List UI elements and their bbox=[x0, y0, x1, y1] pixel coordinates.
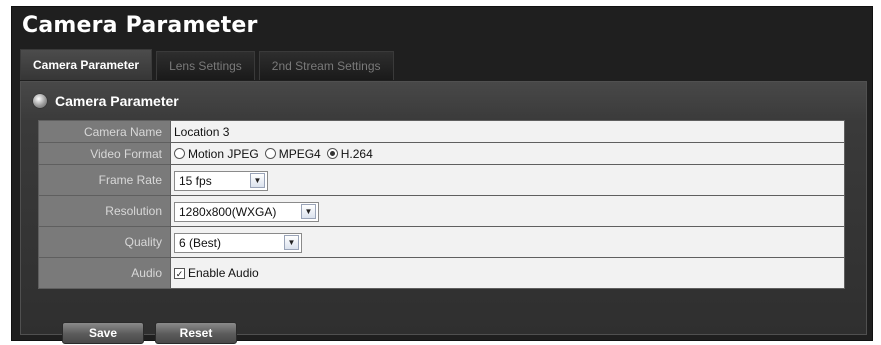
video-format-label: Video Format bbox=[38, 142, 171, 165]
row-resolution: Resolution 1280x800(WXGA) ▼ bbox=[38, 195, 845, 227]
resolution-cell: 1280x800(WXGA) ▼ bbox=[170, 195, 845, 227]
resolution-label: Resolution bbox=[38, 195, 171, 227]
row-frame-rate: Frame Rate 15 fps ▼ bbox=[38, 164, 845, 196]
quality-label: Quality bbox=[38, 226, 171, 258]
chevron-down-icon[interactable]: ▼ bbox=[301, 204, 316, 219]
page-title: Camera Parameter bbox=[22, 13, 258, 38]
section-title: Camera Parameter bbox=[55, 93, 179, 109]
radio-motion-jpeg-label: Motion JPEG bbox=[188, 146, 259, 161]
camera-name-value: Location 3 bbox=[174, 124, 230, 139]
chevron-down-icon[interactable]: ▼ bbox=[250, 173, 265, 188]
camera-name-label: Camera Name bbox=[38, 120, 171, 143]
checkmark-icon: ✓ bbox=[174, 267, 185, 279]
radio-h264[interactable]: H.264 bbox=[326, 146, 373, 161]
row-audio: Audio ✓ Enable Audio bbox=[38, 257, 845, 289]
tab-bar: Camera Parameter Lens Settings 2nd Strea… bbox=[20, 49, 394, 80]
camera-parameter-window: Camera Parameter Camera Parameter Lens S… bbox=[11, 6, 873, 344]
round-bullet-icon bbox=[33, 94, 47, 108]
save-button[interactable]: Save bbox=[62, 322, 144, 344]
tab-2nd-stream-settings[interactable]: 2nd Stream Settings bbox=[258, 51, 394, 80]
reset-button[interactable]: Reset bbox=[155, 322, 237, 344]
row-video-format: Video Format Motion JPEG MPEG4 H.264 bbox=[38, 142, 845, 165]
parameter-table: Camera Name Location 3 Video Format Moti… bbox=[38, 120, 845, 289]
settings-panel: Camera Parameter Camera Name Location 3 … bbox=[20, 81, 867, 344]
camera-name-field[interactable]: Location 3 bbox=[170, 120, 845, 143]
chevron-down-icon[interactable]: ▼ bbox=[284, 235, 299, 250]
resolution-value: 1280x800(WXGA) bbox=[179, 204, 277, 219]
section-header: Camera Parameter bbox=[33, 91, 179, 111]
button-row: Save Reset bbox=[62, 322, 237, 344]
quality-value: 6 (Best) bbox=[179, 235, 222, 250]
resolution-select[interactable]: 1280x800(WXGA) ▼ bbox=[174, 201, 319, 222]
enable-audio-label: Enable Audio bbox=[188, 266, 259, 281]
radio-off-icon bbox=[174, 148, 185, 159]
audio-cell: ✓ Enable Audio bbox=[170, 257, 845, 289]
tab-camera-parameter[interactable]: Camera Parameter bbox=[20, 49, 153, 80]
enable-audio-checkbox[interactable]: ✓ Enable Audio bbox=[174, 266, 259, 280]
quality-cell: 6 (Best) ▼ bbox=[170, 226, 845, 258]
quality-select[interactable]: 6 (Best) ▼ bbox=[174, 232, 302, 253]
radio-motion-jpeg[interactable]: Motion JPEG bbox=[174, 147, 259, 161]
frame-rate-label: Frame Rate bbox=[38, 164, 171, 196]
frame-rate-value: 15 fps bbox=[179, 173, 212, 188]
frame-rate-cell: 15 fps ▼ bbox=[170, 164, 845, 196]
tab-lens-settings[interactable]: Lens Settings bbox=[156, 51, 255, 80]
row-camera-name: Camera Name Location 3 bbox=[38, 120, 845, 143]
radio-mpeg4-label: MPEG4 bbox=[278, 146, 321, 161]
row-quality: Quality 6 (Best) ▼ bbox=[38, 226, 845, 258]
radio-on-icon bbox=[326, 148, 338, 159]
video-format-options: Motion JPEG MPEG4 H.264 bbox=[170, 142, 845, 165]
radio-h264-label: H.264 bbox=[340, 146, 373, 161]
radio-off-icon bbox=[264, 148, 276, 159]
radio-mpeg4[interactable]: MPEG4 bbox=[264, 146, 321, 161]
audio-label: Audio bbox=[38, 257, 171, 289]
frame-rate-select[interactable]: 15 fps ▼ bbox=[174, 170, 268, 191]
